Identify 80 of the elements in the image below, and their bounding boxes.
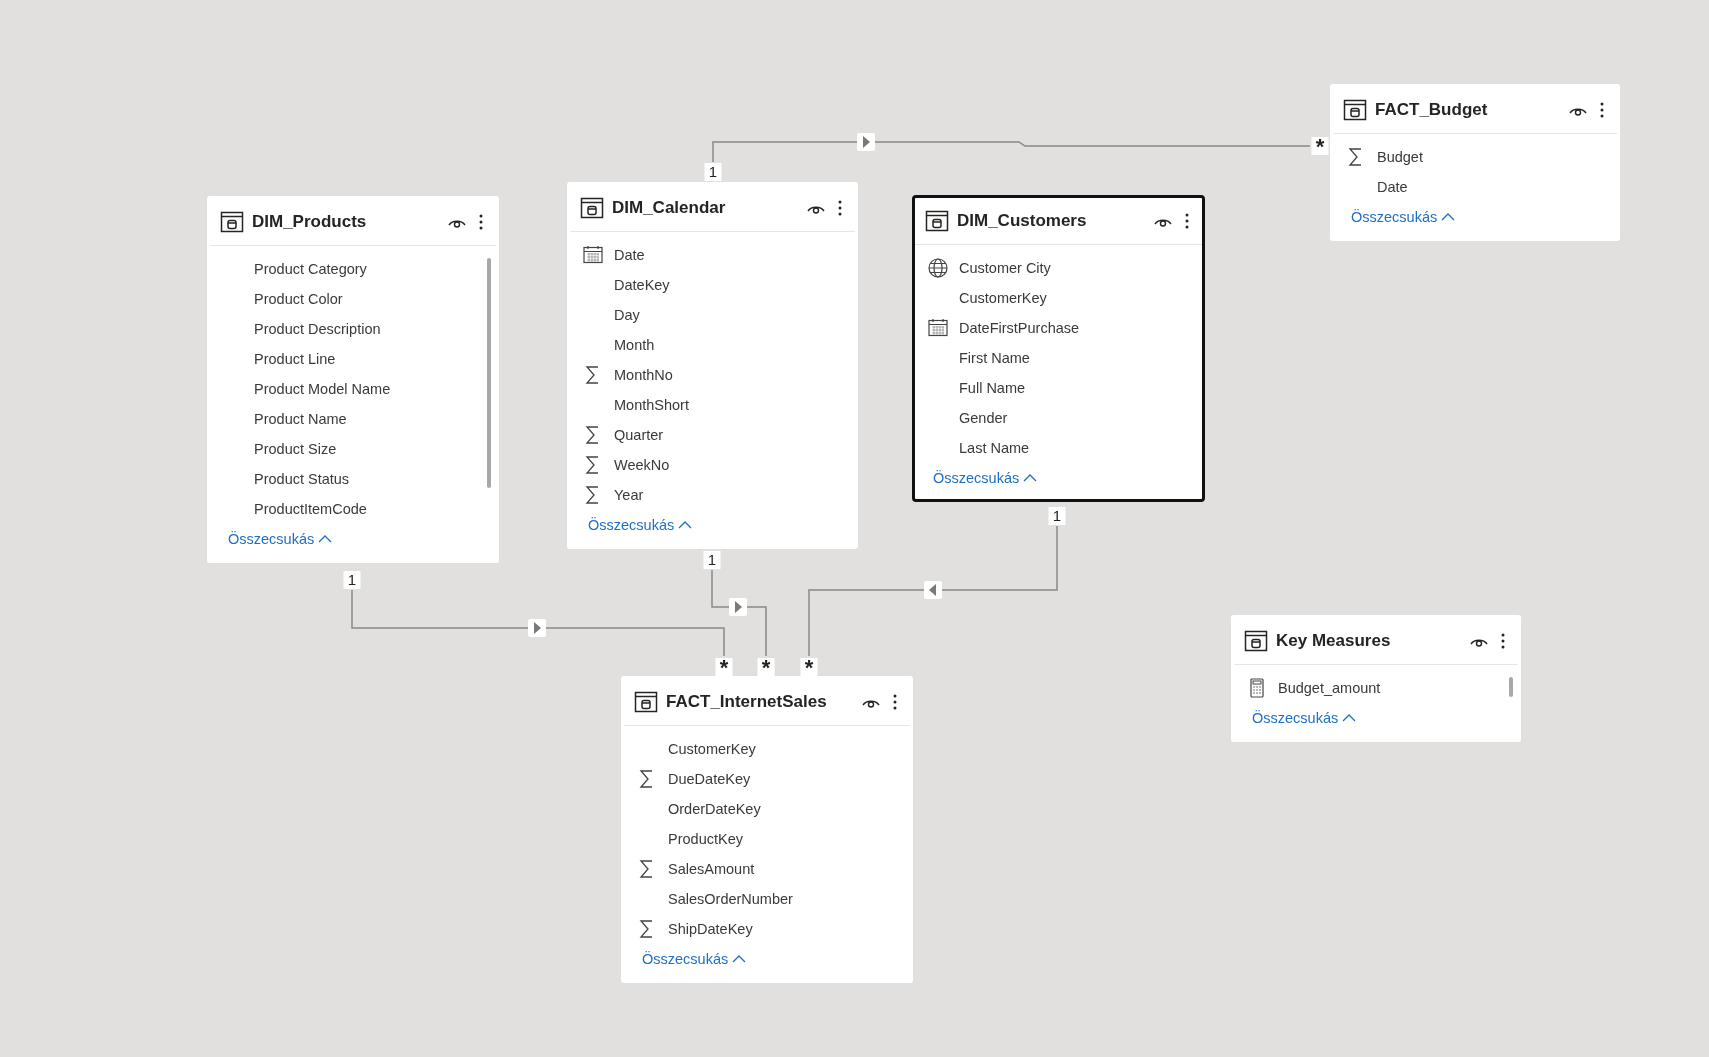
table-title: DIM_Products xyxy=(252,212,368,232)
field-name[interactable]: Product Status xyxy=(254,471,350,487)
table-icon xyxy=(580,196,604,220)
table-card[interactable]: DIM_Calendar Date DateKey Day Month MonthNo MonthShort Quarter WeekNo Year Összecsukás xyxy=(567,182,858,549)
collapse-link[interactable]: Összecsukás xyxy=(1252,710,1357,726)
field-name[interactable]: Budget_amount xyxy=(1278,680,1381,696)
caret-up-icon xyxy=(678,520,693,530)
field-name[interactable]: Customer City xyxy=(959,260,1051,276)
collapse-link[interactable]: Összecsukás xyxy=(228,531,333,547)
collapse-link[interactable]: Összecsukás xyxy=(933,470,1038,486)
field-name[interactable]: WeekNo xyxy=(614,457,670,473)
field-name[interactable]: Product Description xyxy=(254,321,381,337)
field-name[interactable]: CustomerKey xyxy=(959,290,1047,306)
field-name[interactable]: Product Name xyxy=(254,411,347,427)
cardinality-label: * xyxy=(757,658,775,676)
globe-icon xyxy=(927,257,949,279)
field-name[interactable]: OrderDateKey xyxy=(668,801,761,817)
field-name[interactable]: Budget xyxy=(1377,149,1423,165)
table-card[interactable]: DIM_Products Product Category Product Color Product Description Product Line Product Model Name Product Name Product Size Product Status ProductItemCode Összecsukás xyxy=(207,196,499,563)
table-card[interactable]: DIM_Customers Customer City CustomerKey DateFirstPurchase First Name Full Name Gender Last Name Összecsukás xyxy=(912,195,1205,502)
field-name[interactable]: Day xyxy=(614,307,640,323)
table-icon xyxy=(1244,629,1268,653)
field-name[interactable]: MonthShort xyxy=(614,397,689,413)
table-title: FACT_Budget xyxy=(1375,100,1489,120)
caret-up-icon xyxy=(318,534,333,544)
scrollbar[interactable] xyxy=(1509,677,1513,697)
field-name[interactable]: Gender xyxy=(959,410,1008,426)
table-icon xyxy=(220,210,244,234)
cardinality-label: * xyxy=(715,658,733,676)
scrollbar[interactable] xyxy=(487,258,491,488)
table-card[interactable]: FACT_Budget Budget Date Összecsukás xyxy=(1330,84,1620,241)
field-name[interactable]: SalesOrderNumber xyxy=(668,891,793,907)
relationship-line[interactable] xyxy=(711,569,767,657)
cardinality-label: * xyxy=(800,658,818,676)
field-name[interactable]: Product Color xyxy=(254,291,343,307)
caret-up-icon xyxy=(1023,473,1038,483)
table-card[interactable]: Key Measures Budget_amount Összecsukás xyxy=(1231,615,1521,742)
field-name[interactable]: Product Size xyxy=(254,441,337,457)
calendar-icon xyxy=(582,244,604,266)
field-name[interactable]: Full Name xyxy=(959,380,1026,396)
field-name[interactable]: Product Model Name xyxy=(254,381,391,397)
collapse-link[interactable]: Összecsukás xyxy=(642,951,747,967)
relationship-line[interactable] xyxy=(808,525,1058,657)
caret-up-icon xyxy=(1342,713,1357,723)
collapse-link[interactable]: Összecsukás xyxy=(588,517,693,533)
field-name[interactable]: Month xyxy=(614,337,655,353)
cardinality-label: 1 xyxy=(703,551,721,569)
table-title: DIM_Customers xyxy=(957,211,1088,231)
table-icon xyxy=(925,209,949,233)
cardinality-label: 1 xyxy=(343,571,361,589)
field-name[interactable]: Date xyxy=(1377,179,1408,195)
field-name[interactable]: DateFirstPurchase xyxy=(959,320,1080,336)
table-title: FACT_InternetSales xyxy=(666,692,828,712)
field-name[interactable]: Date xyxy=(614,247,645,263)
calendar-icon xyxy=(927,317,949,339)
field-name[interactable]: Quarter xyxy=(614,427,664,443)
field-name[interactable]: DueDateKey xyxy=(668,771,751,787)
cardinality-label: * xyxy=(1311,137,1329,155)
field-name[interactable]: First Name xyxy=(959,350,1030,366)
collapse-link[interactable]: Összecsukás xyxy=(1351,209,1456,225)
field-name[interactable]: Product Line xyxy=(254,351,336,367)
field-name[interactable]: SalesAmount xyxy=(668,861,755,877)
field-name[interactable]: MonthNo xyxy=(614,367,673,383)
table-icon xyxy=(1343,98,1367,122)
field-name[interactable]: ShipDateKey xyxy=(668,921,753,937)
field-name[interactable]: Year xyxy=(614,487,644,503)
caret-up-icon xyxy=(732,954,747,964)
field-name[interactable]: CustomerKey xyxy=(668,741,756,757)
cardinality-label: 1 xyxy=(1048,507,1066,525)
field-name[interactable]: Product Category xyxy=(254,261,367,277)
table-icon xyxy=(634,690,658,714)
field-name[interactable]: Last Name xyxy=(959,440,1030,456)
table-card[interactable]: FACT_InternetSales CustomerKey DueDateKey OrderDateKey ProductKey SalesAmount SalesOrderNumber ShipDateKey Összecsukás xyxy=(621,676,913,983)
field-name[interactable]: ProductItemCode xyxy=(254,501,367,517)
field-name[interactable]: DateKey xyxy=(614,277,670,293)
cardinality-label: 1 xyxy=(704,163,722,181)
field-name[interactable]: ProductKey xyxy=(668,831,743,847)
caret-up-icon xyxy=(1441,212,1456,222)
table-title: Key Measures xyxy=(1276,631,1392,651)
table-title: DIM_Calendar xyxy=(612,198,727,218)
